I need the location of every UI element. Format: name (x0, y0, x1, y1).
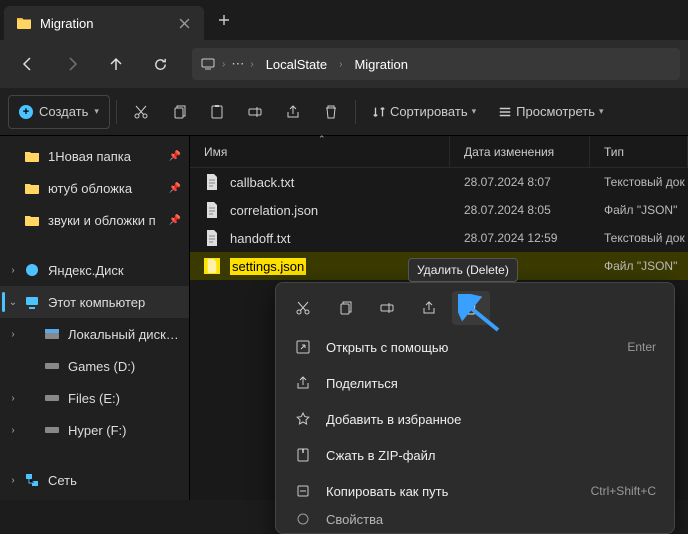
sidebar: 1Новая папка 📌 ютуб обложка 📌 звуки и об… (0, 136, 190, 500)
ctx-properties[interactable]: Свойства (280, 509, 670, 529)
chevron-right-icon[interactable]: › (6, 475, 20, 486)
drive-icon (44, 390, 60, 406)
chevron-right-icon[interactable]: › (6, 425, 20, 436)
chevron-down-icon: ▾ (599, 106, 604, 117)
json-file-icon (204, 202, 220, 218)
ctx-open-with[interactable]: Открыть с помощью Enter (280, 329, 670, 365)
new-label: Создать (39, 104, 88, 119)
ctx-copy-button[interactable] (326, 291, 364, 325)
window-tab[interactable]: Migration (4, 6, 204, 40)
sort-label: Сортировать (390, 104, 468, 119)
rename-button[interactable] (237, 95, 273, 129)
chevron-right-icon: › (222, 59, 225, 70)
forward-button[interactable] (52, 46, 92, 82)
drive-icon (44, 358, 60, 374)
star-icon (294, 411, 312, 427)
text-file-icon (204, 230, 220, 246)
json-file-icon (204, 258, 220, 274)
file-row[interactable]: callback.txt 28.07.2024 8:07 Текстовый д… (190, 168, 688, 196)
copy-button[interactable] (161, 95, 197, 129)
folder-icon (24, 212, 40, 228)
ctx-rename-button[interactable] (368, 291, 406, 325)
path-icon (294, 483, 312, 499)
breadcrumb-item[interactable]: Migration (348, 55, 413, 74)
sidebar-drive[interactable]: › Локальный диск (C:) (0, 318, 189, 350)
view-label: Просмотреть (516, 104, 595, 119)
sidebar-quick-item[interactable]: звуки и обложки п 📌 (0, 204, 189, 236)
pin-icon: 📌 (169, 183, 181, 194)
file-row[interactable]: handoff.txt 28.07.2024 12:59 Текстовый д… (190, 224, 688, 252)
sidebar-network[interactable]: › Сеть (0, 464, 189, 496)
chevron-right-icon[interactable]: › (6, 329, 20, 340)
close-icon[interactable] (176, 15, 192, 31)
folder-icon (16, 15, 32, 31)
tooltip: Удалить (Delete) (408, 258, 518, 282)
open-icon (294, 339, 312, 355)
sidebar-yandex-disk[interactable]: › Яндекс.Диск (0, 254, 189, 286)
ctx-zip[interactable]: Сжать в ZIP-файл (280, 437, 670, 473)
sort-button[interactable]: Сортировать ▾ (362, 95, 486, 129)
chevron-right-icon: › (250, 59, 253, 70)
column-header-type[interactable]: Тип (590, 136, 688, 167)
up-button[interactable] (96, 46, 136, 82)
sidebar-drive[interactable]: › Files (E:) (0, 382, 189, 414)
breadcrumb-item[interactable]: LocalState (260, 55, 333, 74)
new-button[interactable]: + Создать ▾ (8, 95, 110, 129)
tab-title: Migration (40, 16, 168, 31)
plus-icon: + (19, 105, 33, 119)
back-button[interactable] (8, 46, 48, 82)
ctx-share-button[interactable] (410, 291, 448, 325)
chevron-right-icon[interactable]: › (6, 393, 20, 404)
sidebar-quick-item[interactable]: 1Новая папка 📌 (0, 140, 189, 172)
share-button[interactable] (275, 95, 311, 129)
paste-button[interactable] (199, 95, 235, 129)
ctx-favorite[interactable]: Добавить в избранное (280, 401, 670, 437)
chevron-right-icon[interactable]: › (6, 265, 20, 276)
chevron-down-icon: ▾ (472, 106, 477, 117)
folder-icon (24, 148, 40, 164)
new-tab-button[interactable] (208, 4, 240, 36)
refresh-button[interactable] (140, 46, 180, 82)
share-icon (294, 375, 312, 391)
text-file-icon (204, 174, 220, 190)
network-icon (24, 472, 40, 488)
properties-icon (294, 511, 312, 527)
context-menu: Открыть с помощью Enter Поделиться Добав… (275, 282, 675, 534)
cut-button[interactable] (123, 95, 159, 129)
column-header-date[interactable]: Дата изменения (450, 136, 590, 167)
pin-icon: 📌 (169, 151, 181, 162)
sort-indicator-icon: ⌃ (318, 134, 326, 145)
sidebar-drive[interactable]: Games (D:) (0, 350, 189, 382)
ctx-copy-path[interactable]: Копировать как путь Ctrl+Shift+C (280, 473, 670, 509)
chevron-down-icon: ▾ (94, 106, 99, 117)
folder-icon (24, 180, 40, 196)
view-button[interactable]: Просмотреть ▾ (488, 95, 613, 129)
drive-icon (44, 326, 60, 342)
file-row[interactable]: correlation.json 28.07.2024 8:05 Файл "J… (190, 196, 688, 224)
pc-icon (200, 56, 216, 72)
breadcrumb[interactable]: › ⋯ › LocalState › Migration (192, 48, 680, 80)
ctx-cut-button[interactable] (284, 291, 322, 325)
pin-icon: 📌 (169, 215, 181, 226)
more-icon[interactable]: ⋯ (231, 56, 244, 72)
sidebar-quick-item[interactable]: ютуб обложка 📌 (0, 172, 189, 204)
disk-icon (24, 262, 40, 278)
sidebar-drive[interactable]: › Hyper (F:) (0, 414, 189, 446)
chevron-down-icon[interactable]: ⌄ (6, 297, 20, 308)
drive-icon (44, 422, 60, 438)
ctx-share[interactable]: Поделиться (280, 365, 670, 401)
chevron-right-icon: › (339, 59, 342, 70)
delete-button[interactable] (313, 95, 349, 129)
pc-icon (24, 294, 40, 310)
ctx-delete-button[interactable] (452, 291, 490, 325)
sidebar-this-pc[interactable]: ⌄ Этот компьютер (0, 286, 189, 318)
zip-icon (294, 447, 312, 463)
